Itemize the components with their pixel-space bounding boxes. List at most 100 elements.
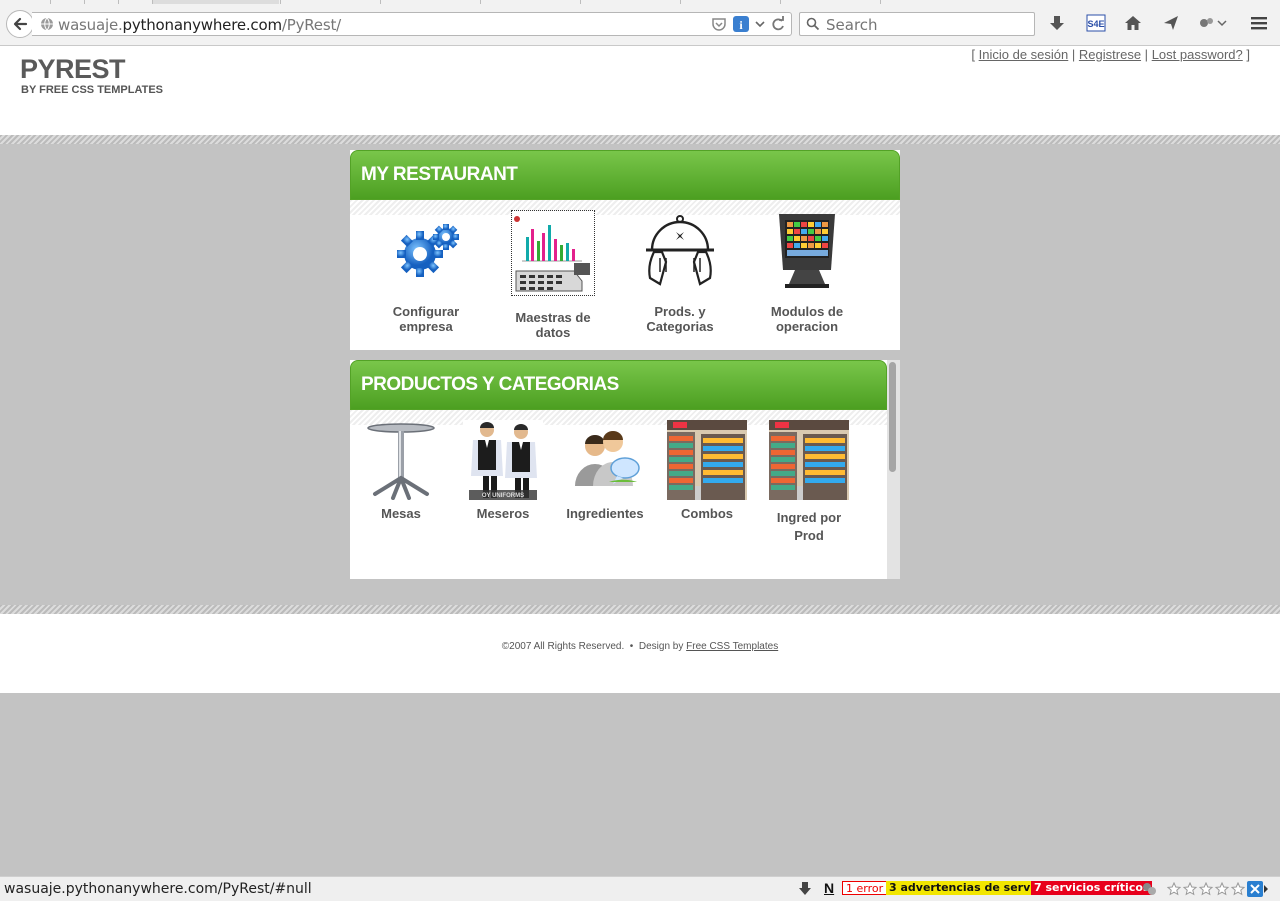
chevron-right-icon[interactable] [1263,885,1269,893]
login-link[interactable]: Inicio de sesión [979,47,1069,62]
tile-label: Combos [681,506,733,521]
tab-divider [118,0,119,4]
panel-header: PRODUCTOS Y CATEGORIAS [350,360,887,410]
site-header: PYREST BY FREE CSS TEMPLATES [ Inicio de… [0,46,1280,135]
home-icon[interactable] [1124,14,1142,32]
svg-text:S4E: S4E [1087,19,1104,29]
critical-badge[interactable]: 7 servicios críticos [1031,881,1153,895]
bracket-open: [ [971,47,976,62]
extension-menu-icon[interactable] [1198,14,1228,32]
pos-terminal-icon [779,214,835,288]
tab-active[interactable] [152,0,279,4]
tile-configurar-empresa[interactable]: Configurar empresa [376,210,476,334]
tile-mesas[interactable]: Mesas [361,420,441,521]
tab-divider [780,0,781,4]
separator: | [1144,47,1149,62]
tile-label: Modulos de [770,304,844,319]
tile-label: Ingredientes [566,506,644,521]
rating-stars-icon[interactable] [1167,882,1245,896]
footer-text: ©2007 All Rights Reserved. • Design by F… [0,641,1280,652]
tile-maestras-de-datos[interactable]: Maestras de datos [503,210,603,340]
cloche-hands-icon [646,215,714,286]
url-bar-icons: i [711,16,785,32]
tab-divider [480,0,481,4]
register-link[interactable]: Registrese [1079,47,1141,62]
tile-label: Mesas [381,506,421,521]
web-page: PYREST BY FREE CSS TEMPLATES [ Inicio de… [0,46,1280,876]
tile-modulos-de-operacion[interactable]: Modulos de operacion [757,210,857,334]
design-credit-link[interactable]: Free CSS Templates [686,641,778,652]
search-input[interactable] [824,15,1028,35]
search-icon [806,17,820,31]
globe-icon [41,17,53,31]
chevron-down-icon[interactable] [755,16,765,32]
tile-label: Meseros [476,506,530,521]
browser-status-bar: wasuaje.pythonanywhere.com/PyRest/#null … [0,876,1280,901]
waiters-icon: OY UNIFORMS [463,420,543,500]
tab-divider [880,0,881,4]
url-text: wasuaje.pythonanywhere.com/PyRest/ [58,16,341,34]
download-icon[interactable] [1048,14,1066,32]
panel-header: MY RESTAURANT [350,150,900,200]
tab-divider [84,0,85,4]
pocket-icon[interactable] [711,16,727,32]
store-shelves-icon [667,420,747,500]
tab-divider [580,0,581,4]
tab-divider [380,0,381,4]
status-url: wasuaje.pythonanywhere.com/PyRest/#null [4,881,312,897]
tile-label: datos [535,325,571,340]
search-box[interactable] [799,12,1035,36]
tile-label: Categorias [646,319,714,334]
my-restaurant-panel: MY RESTAURANT Configurar empresa Maestra… [350,150,900,350]
separator: | [1071,47,1076,62]
footer-bullet: • [629,641,634,652]
account-links: [ Inicio de sesión | Registrese | Lost p… [971,47,1250,62]
tile-label: Prods. y [654,304,706,319]
info-icon[interactable]: i [733,16,749,32]
tile-ingredientes[interactable]: Ingredientes [565,420,645,521]
scrollbar-thumb[interactable] [889,362,896,472]
s4e-addon-icon[interactable]: S4E [1086,14,1106,32]
site-title[interactable]: PYREST [20,54,126,85]
lost-password-link[interactable]: Lost password? [1152,47,1243,62]
hamburger-menu-icon[interactable] [1250,14,1268,32]
gears-icon [397,224,459,277]
tile-label: operacion [775,319,839,334]
browser-toolbar: wasuaje.pythonanywhere.com/PyRest/ i S4E [0,0,1280,46]
tab-divider [680,0,681,4]
bracket-close: ] [1246,47,1250,62]
users-chat-icon [575,431,640,486]
footer-divider [0,605,1280,614]
chart-calculator-icon [511,210,595,296]
tile-combos[interactable]: Combos [667,420,747,521]
error-badge[interactable]: 1 error [842,881,888,895]
tile-label: Maestras de [515,310,591,325]
copyright-text: ©2007 All Rights Reserved. [501,641,625,652]
tile-prods-y-categorias[interactable]: Prods. y Categorias [630,210,730,334]
send-icon[interactable] [1162,14,1180,32]
site-subtitle: BY FREE CSS TEMPLATES [21,84,164,96]
tile-meseros[interactable]: OY UNIFORMS Meseros [463,420,543,521]
tile-ingred-por-prod[interactable]: Ingred por Prod [769,420,849,548]
reload-icon[interactable] [771,16,785,32]
tab-divider [280,0,281,4]
store-shelves-icon [769,420,849,500]
panel-scrollbar[interactable] [887,360,900,579]
uniform-caption: OY UNIFORMS [482,493,524,499]
noscript-icon[interactable]: N [824,880,834,896]
tab-divider [50,0,51,4]
addon-icon[interactable] [1141,881,1157,897]
back-arrow-icon [13,17,28,31]
header-divider [0,135,1280,144]
tab-strip [0,0,1280,4]
design-by-text: Design by [638,641,684,652]
tile-label: empresa [399,319,453,334]
tile-label: Configurar [392,304,460,319]
panel-title: MY RESTAURANT [361,164,518,185]
productos-categorias-panel: PRODUCTOS Y CATEGORIAS Mesas OY UNIFORMS… [350,360,887,579]
table-icon [367,423,435,500]
address-bar[interactable]: wasuaje.pythonanywhere.com/PyRest/ i [32,12,792,36]
xmarks-icon[interactable] [1247,881,1263,897]
download-icon[interactable] [798,881,812,897]
back-button[interactable] [6,10,34,38]
